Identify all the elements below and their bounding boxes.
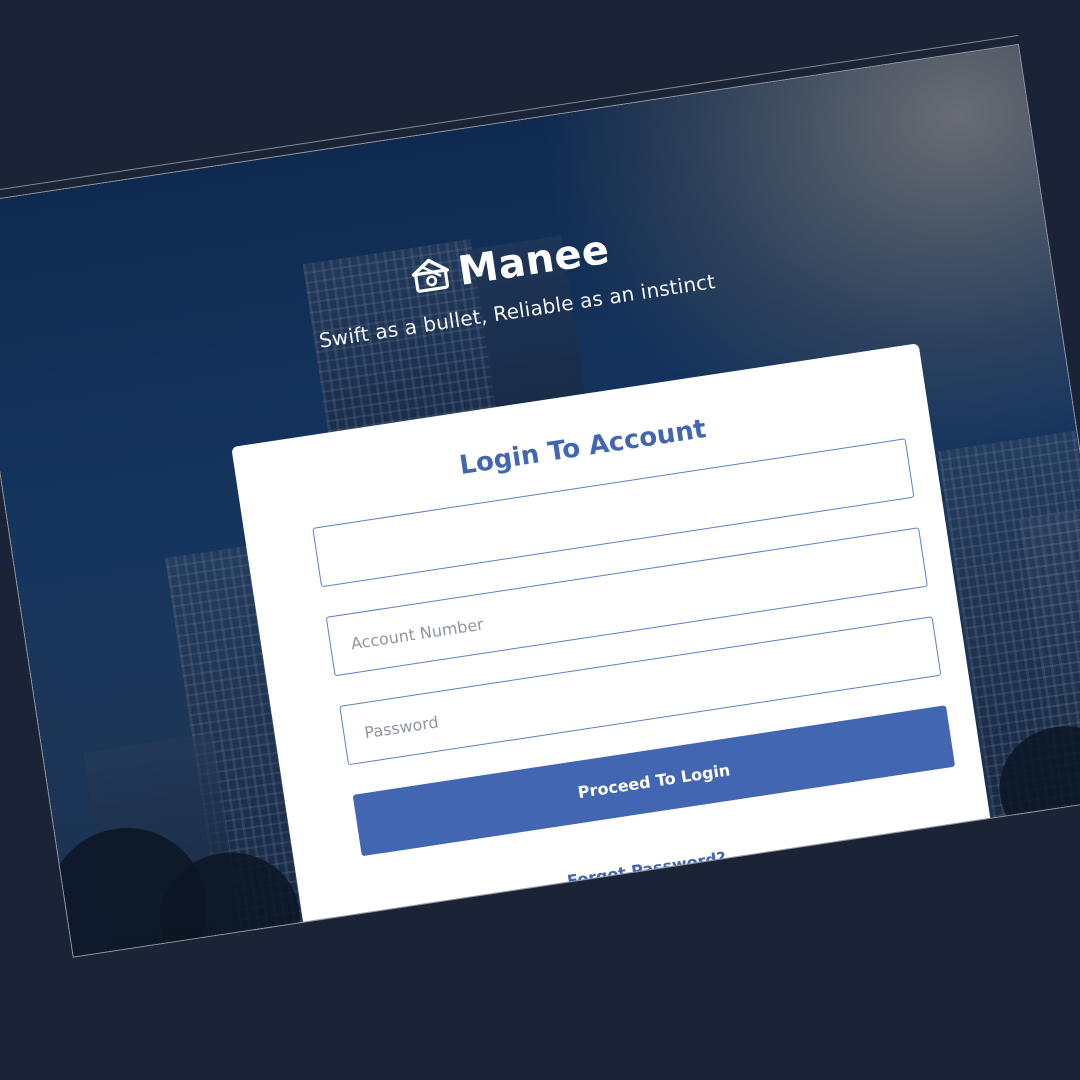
login-screen: Manee Swift as a bullet, Reliable as an …	[0, 44, 1080, 957]
page: Manee Swift as a bullet, Reliable as an …	[0, 0, 1080, 1080]
money-house-icon	[408, 254, 454, 300]
login-card: Login To Account Proceed To Login Forgot…	[231, 343, 1003, 957]
brand-name: Manee	[455, 226, 613, 295]
